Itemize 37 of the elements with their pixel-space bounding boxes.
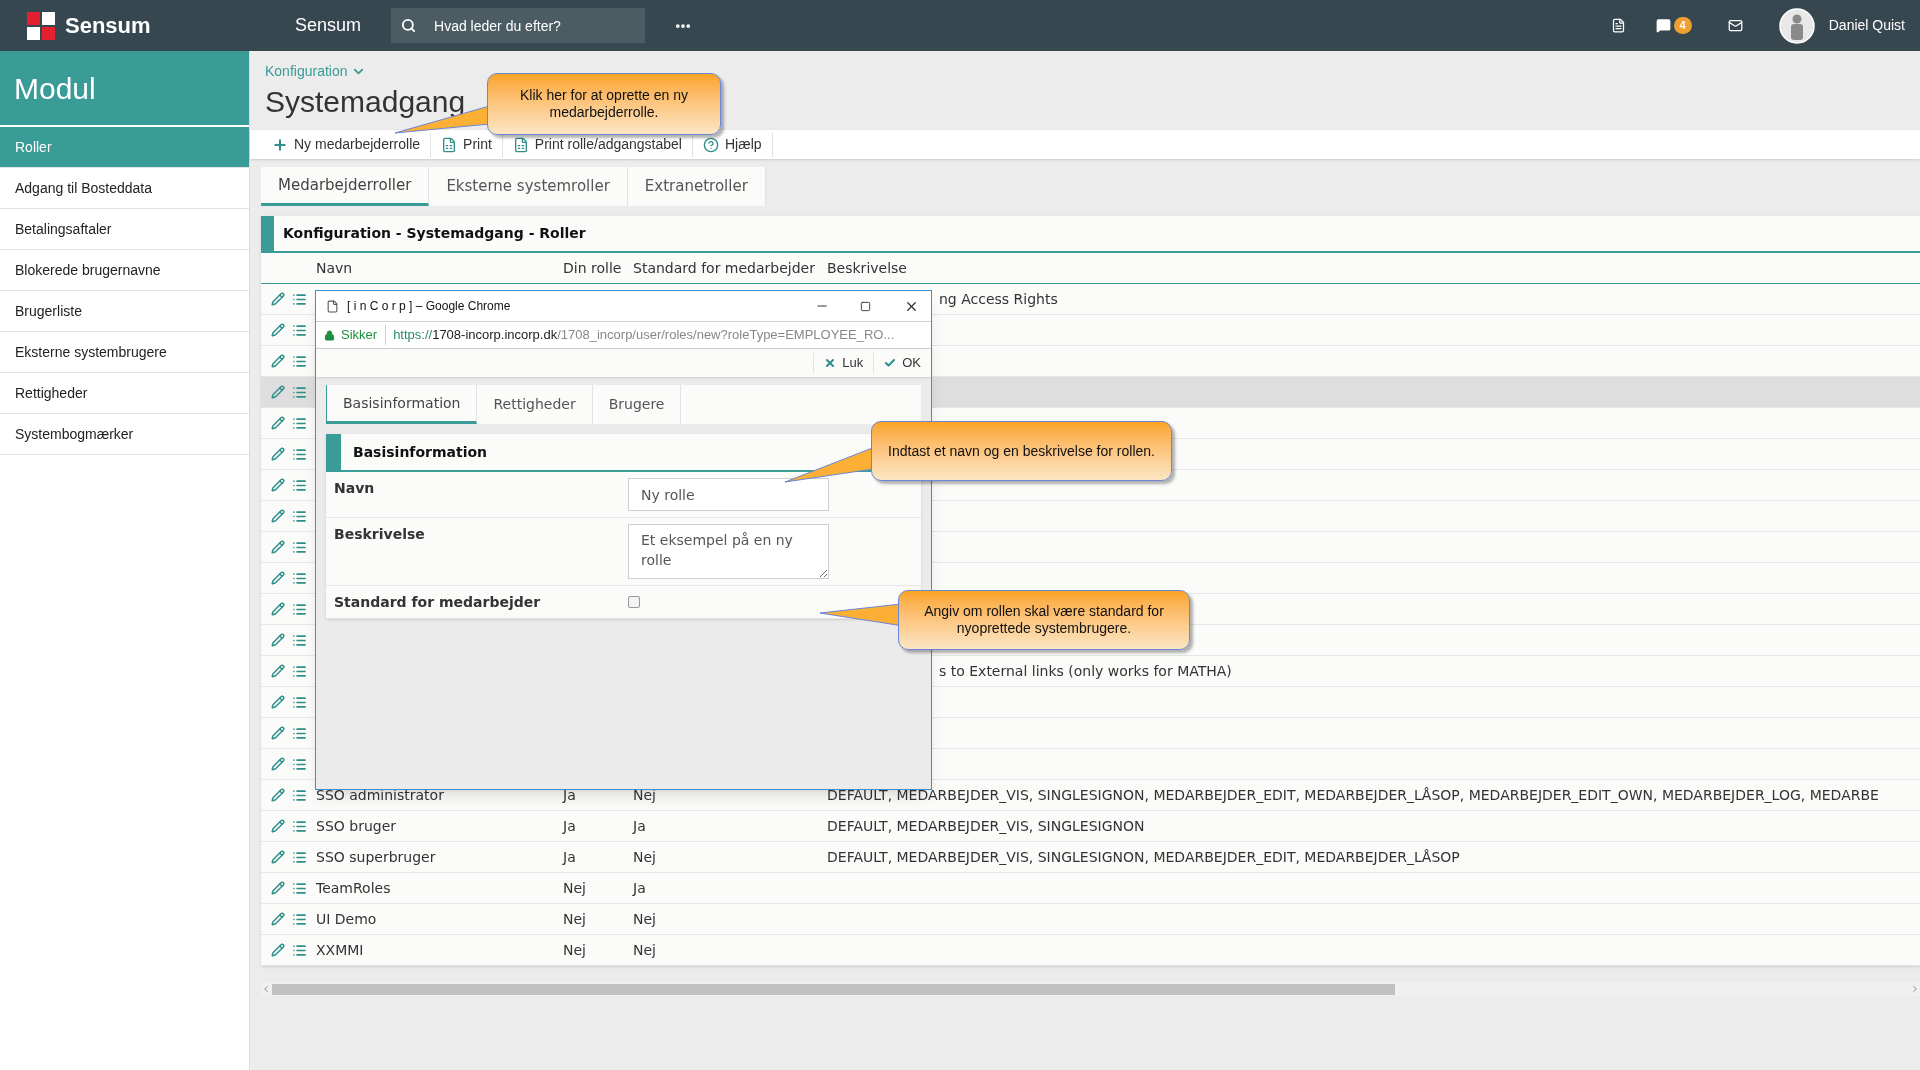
table-cell-text: TeamRoles (316, 878, 392, 898)
table-cell-text: Nej (633, 909, 657, 929)
table-cell-text: DEFAULT, MEDARBEJDER_VIS, SINGLESIGNON, MEDARBEJDER_EDIT, MEDARBEJDER_LÅSOP, MEDARBEJDER_EDIT_OWN, MEDARBEJDER_LOG, MEDARBE (827, 785, 1879, 805)
table-cell-text: Ja (633, 878, 647, 898)
table-cell-text: DEFAULT, MEDARBEJDER_VIS, SINGLESIGNON (827, 816, 1145, 836)
table-cell-text: Nej (633, 847, 657, 867)
secure-label: Sikker (341, 325, 387, 345)
logo-text: Sensum (65, 12, 151, 40)
table-cell-text: s to External links (only works for MATHA) (939, 661, 1232, 681)
table-cell-text: DEFAULT, MEDARBEJDER_VIS, SINGLESIGNON, MEDARBEJDER_EDIT, MEDARBEJDER_LÅSOP (827, 847, 1460, 867)
callout-bubble: Klik her for at oprette en ny medarbejderrolle. (487, 73, 721, 135)
table-cell-text: UI Demo (316, 909, 378, 929)
page-title: Systemadgang (265, 84, 466, 120)
notification-badge: 4 (1673, 17, 1692, 34)
table-cell-text: Nej (633, 785, 657, 805)
field-label: Navn (333, 479, 376, 498)
table-cell-text: SSO administrator (316, 785, 445, 805)
callout-bubble: Indtast et navn og en beskrivelse for rollen. (871, 421, 1172, 481)
field-label: Beskrivelse (333, 525, 426, 544)
table-cell-text: Nej (563, 940, 587, 960)
table-cell-text: Nej (563, 909, 587, 929)
table-cell-text: SSO bruger (316, 816, 397, 836)
sidebar-title: Modul (0, 51, 249, 127)
table-cell-text: Nej (633, 940, 657, 960)
table-cell-text: Nej (563, 878, 587, 898)
table-cell-text: XXMMI (316, 940, 365, 960)
callout-bubble: Angiv om rollen skal være standard for nyoprettede systembrugere. (898, 590, 1190, 650)
window-title: [ i n C o r p ] – Google Chrome (347, 298, 511, 315)
table-cell-text: Ja (563, 816, 577, 836)
table-cell-text: Ja (633, 816, 647, 836)
table-cell-text: SSO superbruger (316, 847, 437, 867)
section-header: Konfiguration - Systemadgang - Roller (261, 216, 1920, 253)
table-cell-text: Ja (563, 785, 577, 805)
app-name: Sensum (295, 14, 362, 37)
table-cell-text: Ja (563, 847, 577, 867)
field-label: Standard for medarbejder (333, 592, 542, 612)
table-cell-text: ng Access Rights (939, 289, 1058, 309)
